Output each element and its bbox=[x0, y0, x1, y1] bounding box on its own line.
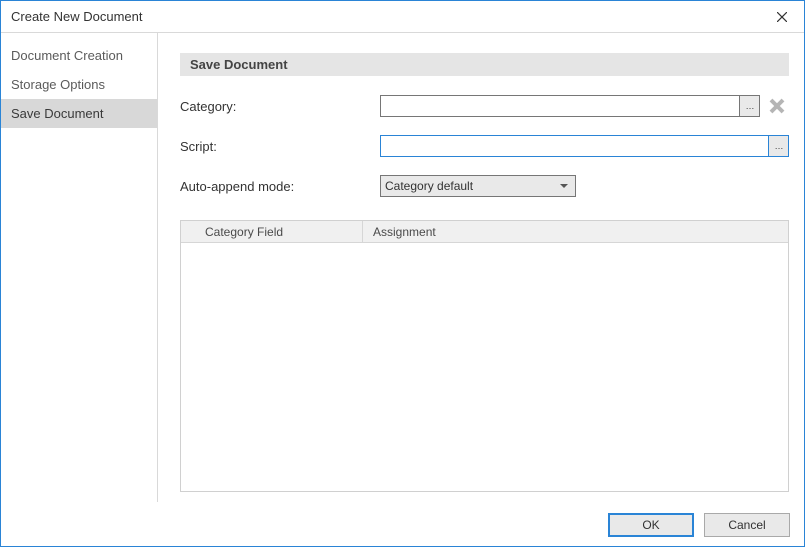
auto-append-field-group: Category default bbox=[380, 175, 789, 197]
table-body bbox=[181, 243, 788, 491]
column-header-assignment[interactable]: Assignment bbox=[363, 221, 788, 242]
sidebar-item-document-creation[interactable]: Document Creation bbox=[1, 41, 157, 70]
main-panel: Save Document Category: … bbox=[158, 33, 804, 502]
row-auto-append: Auto-append mode: Category default bbox=[180, 174, 789, 198]
mapping-table: Category Field Assignment bbox=[180, 220, 789, 492]
sidebar-item-label: Document Creation bbox=[11, 48, 123, 63]
close-button[interactable] bbox=[759, 1, 804, 32]
dialog-body: Document Creation Storage Options Save D… bbox=[1, 33, 804, 502]
row-category: Category: … bbox=[180, 94, 789, 118]
category-browse-button[interactable]: … bbox=[740, 95, 760, 117]
dialog-create-new-document: Create New Document Document Creation St… bbox=[0, 0, 805, 547]
category-input[interactable] bbox=[380, 95, 740, 117]
category-input-wrap: … bbox=[380, 95, 760, 117]
sidebar-item-label: Save Document bbox=[11, 106, 104, 121]
column-header-category-field[interactable]: Category Field bbox=[181, 221, 363, 242]
dialog-footer: OK Cancel bbox=[1, 502, 804, 546]
cancel-button-label: Cancel bbox=[728, 518, 765, 532]
ok-button-label: OK bbox=[642, 518, 659, 532]
category-label: Category: bbox=[180, 99, 380, 114]
auto-append-label: Auto-append mode: bbox=[180, 179, 380, 194]
category-clear-button[interactable] bbox=[765, 95, 789, 117]
auto-append-select[interactable]: Category default bbox=[380, 175, 576, 197]
ellipsis-icon: … bbox=[775, 141, 783, 151]
script-label: Script: bbox=[180, 139, 380, 154]
close-icon bbox=[777, 12, 787, 22]
sidebar-item-save-document[interactable]: Save Document bbox=[1, 99, 157, 128]
category-field-group: … bbox=[380, 95, 789, 117]
ellipsis-icon: … bbox=[746, 101, 754, 111]
script-input[interactable] bbox=[380, 135, 769, 157]
sidebar: Document Creation Storage Options Save D… bbox=[1, 33, 158, 502]
section-header: Save Document bbox=[180, 53, 789, 76]
cancel-button[interactable]: Cancel bbox=[704, 513, 790, 537]
sidebar-item-storage-options[interactable]: Storage Options bbox=[1, 70, 157, 99]
ok-button[interactable]: OK bbox=[608, 513, 694, 537]
table-header: Category Field Assignment bbox=[181, 221, 788, 243]
cross-icon bbox=[768, 97, 786, 115]
script-browse-button[interactable]: … bbox=[769, 135, 789, 157]
row-script: Script: … bbox=[180, 134, 789, 158]
script-input-wrap: … bbox=[380, 135, 789, 157]
script-field-group: … bbox=[380, 135, 789, 157]
auto-append-selected-value: Category default bbox=[385, 179, 473, 193]
sidebar-item-label: Storage Options bbox=[11, 77, 105, 92]
dialog-title: Create New Document bbox=[11, 9, 759, 24]
titlebar: Create New Document bbox=[1, 1, 804, 33]
